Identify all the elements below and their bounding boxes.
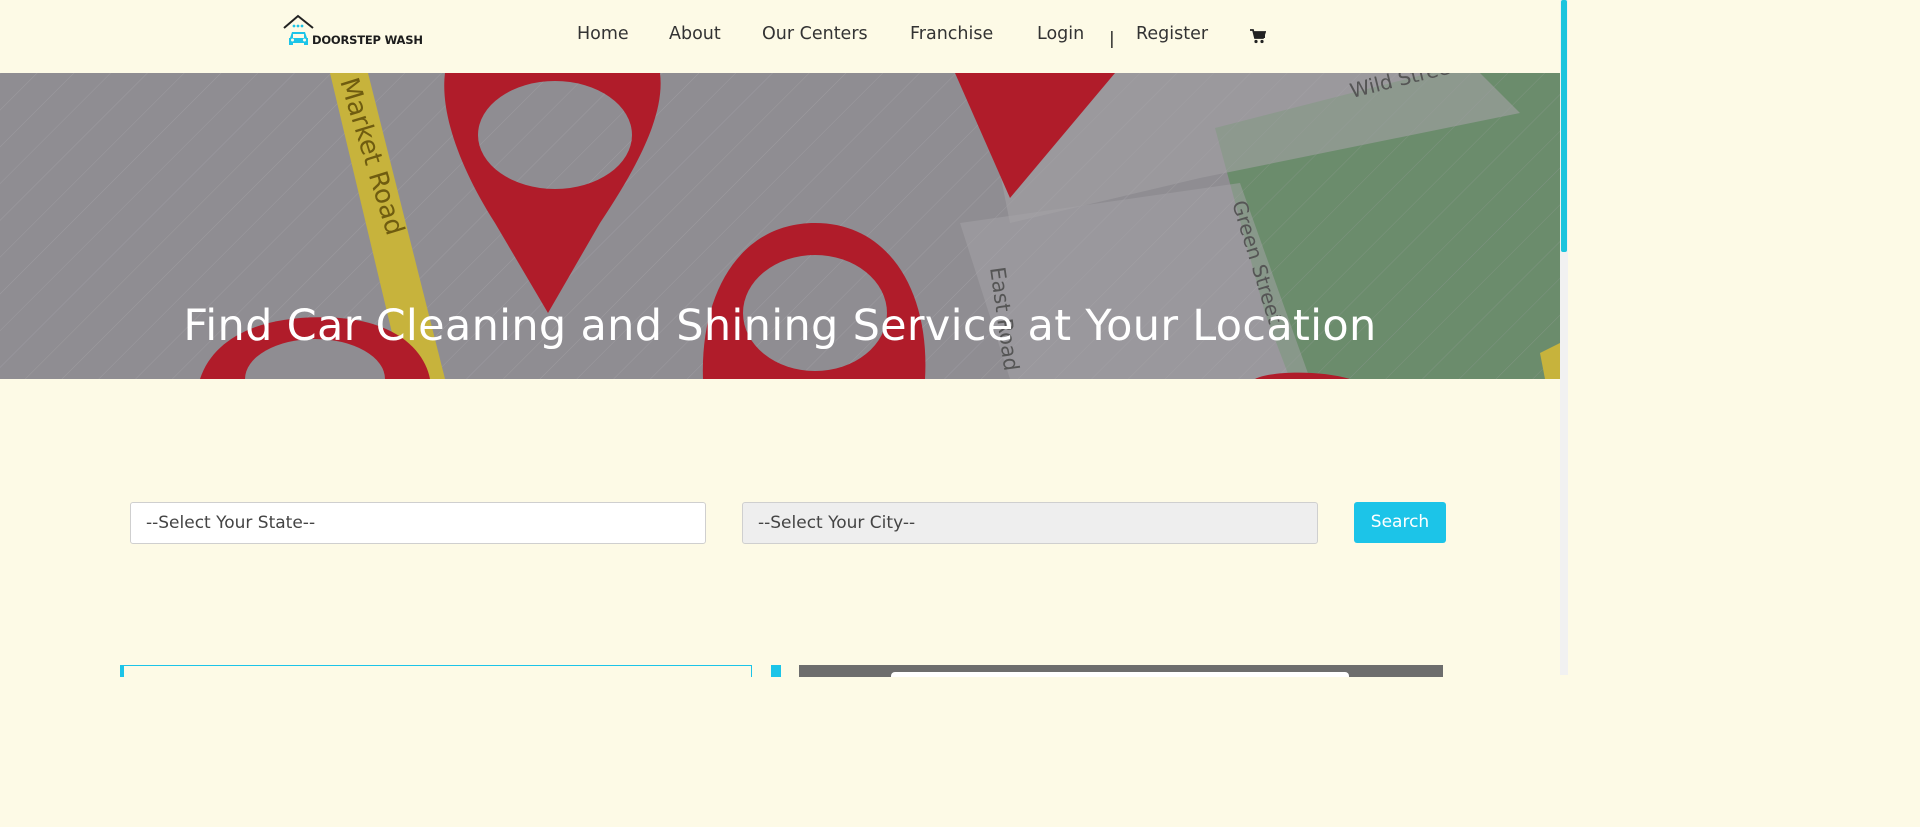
hero-title: Find Car Cleaning and Shining Service at… — [183, 301, 1377, 351]
nav-about[interactable]: About — [669, 24, 721, 44]
divider-bar — [771, 665, 781, 677]
cart-icon[interactable] — [1250, 29, 1266, 44]
search-button[interactable]: Search — [1354, 502, 1446, 543]
nav-home[interactable]: Home — [577, 24, 629, 44]
nav-login[interactable]: Login — [1037, 24, 1084, 44]
nav-separator: | — [1109, 29, 1115, 49]
logo[interactable]: DOORSTEP WASH — [283, 14, 423, 50]
site-header: DOORSTEP WASH Home About Our Centers Fra… — [0, 0, 1560, 73]
center-list-card — [120, 665, 752, 677]
hero-banner: Market Road East Road Green Street Wild … — [0, 73, 1560, 379]
state-select[interactable]: --Select Your State-- — [130, 502, 706, 544]
nav-our-centers[interactable]: Our Centers — [762, 24, 868, 44]
map-embed[interactable] — [799, 665, 1443, 677]
logo-car-house-icon — [283, 14, 314, 45]
scrollbar-thumb[interactable] — [1561, 0, 1567, 252]
nav-franchise[interactable]: Franchise — [910, 24, 993, 44]
brand-name: DOORSTEP WASH — [312, 33, 423, 47]
city-select[interactable]: --Select Your City-- — [742, 502, 1318, 544]
map-search-box[interactable] — [891, 672, 1349, 677]
nav-register[interactable]: Register — [1136, 24, 1208, 44]
